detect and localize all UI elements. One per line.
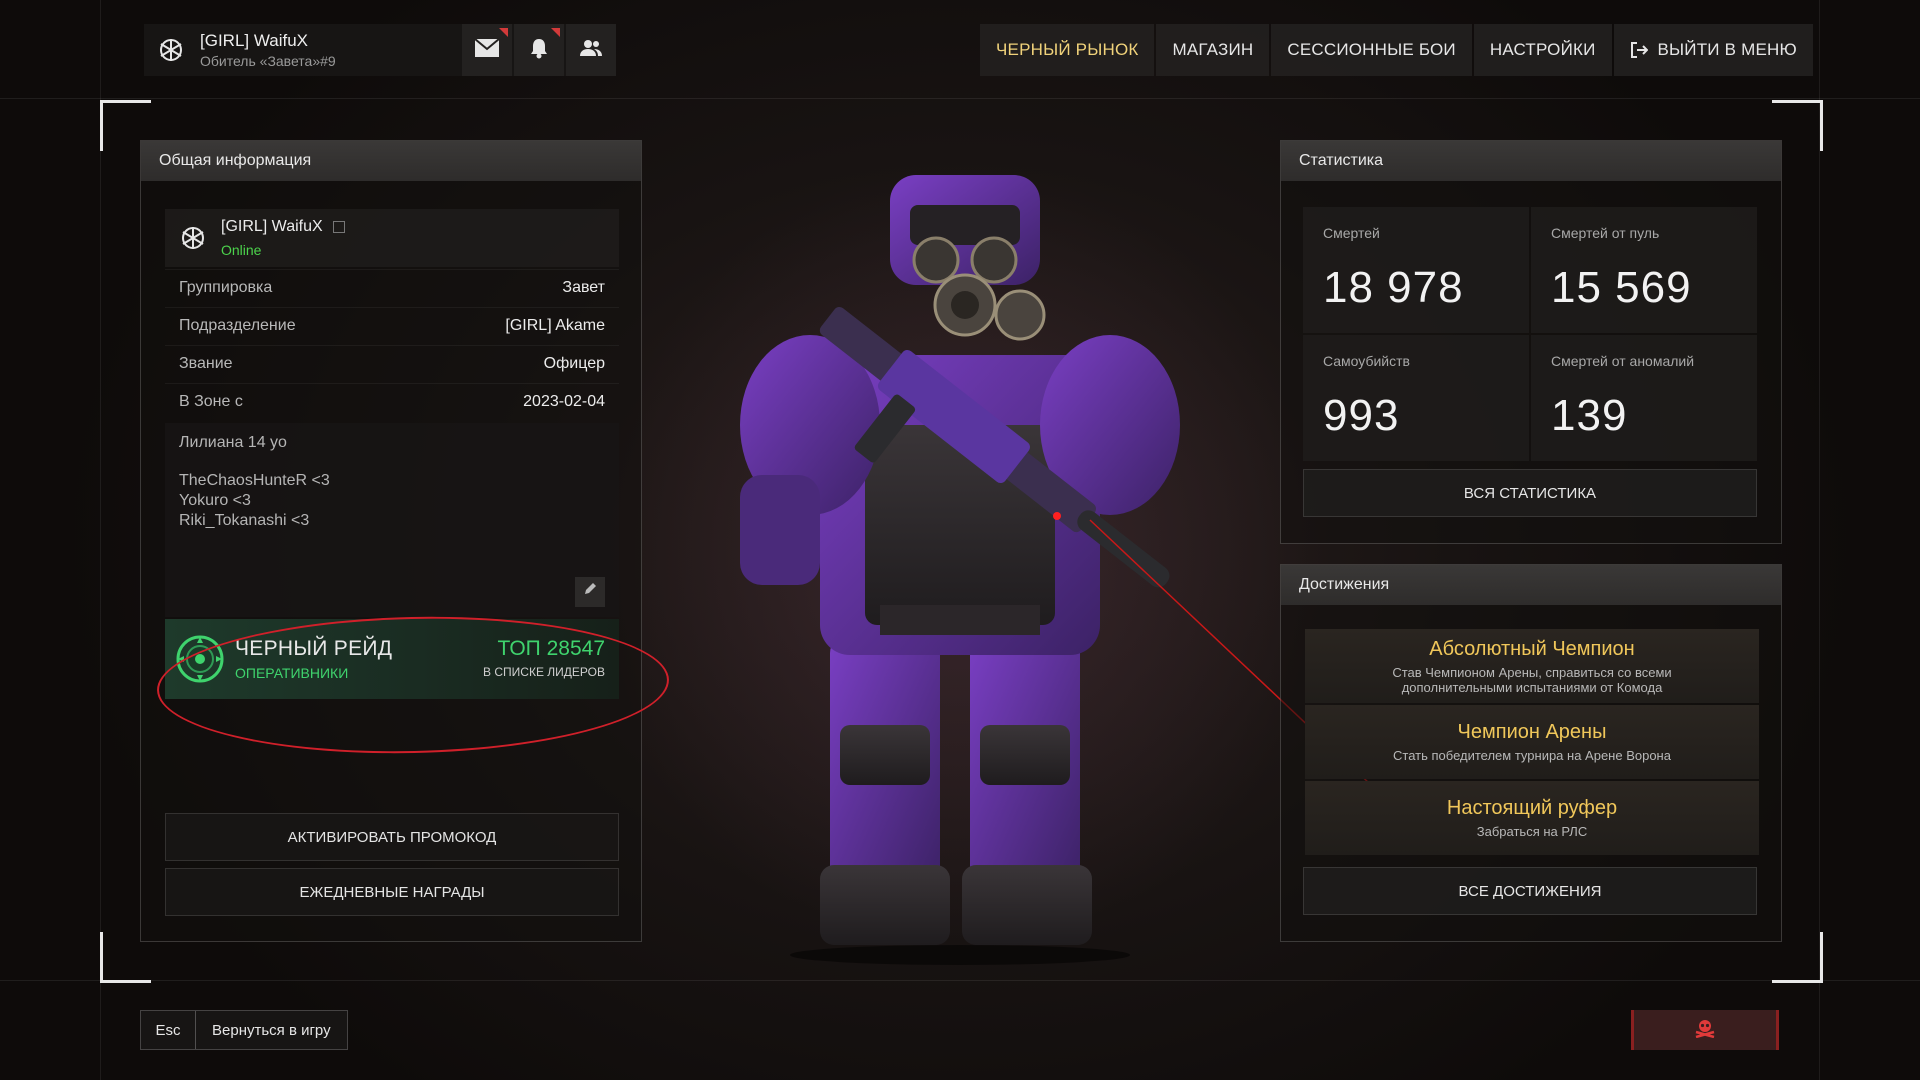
stat-label: Смертей bbox=[1323, 225, 1380, 241]
back-to-game-button[interactable]: Esc Вернуться в игру bbox=[140, 1010, 348, 1050]
stat-cell: Смертей от пуль 15 569 bbox=[1531, 207, 1757, 333]
panel-title: Статистика bbox=[1281, 141, 1781, 181]
stat-value: 15 569 bbox=[1551, 263, 1692, 312]
achievement-item[interactable]: Чемпион Арены Стать победителем турнира … bbox=[1305, 705, 1759, 779]
all-achievements-button[interactable]: ВСЕ ДОСТИЖЕНИЯ bbox=[1303, 867, 1757, 915]
esc-key: Esc bbox=[141, 1011, 196, 1049]
achievement-desc: Стать победителем турнира на Арене Ворон… bbox=[1393, 748, 1671, 763]
achievement-desc: Став Чемпионом Арены, справиться со всем… bbox=[1392, 664, 1672, 695]
skull-button[interactable] bbox=[1631, 1010, 1779, 1050]
achievement-title: Абсолютный Чемпион bbox=[1429, 637, 1635, 660]
stats-panel: Статистика Смертей 18 978 Смертей от пул… bbox=[1280, 140, 1782, 544]
achievement-title: Настоящий руфер bbox=[1446, 797, 1618, 819]
stat-cell: Смертей от аномалий 139 bbox=[1531, 335, 1757, 461]
panel-title: Достижения bbox=[1281, 565, 1781, 605]
stat-label: Смертей от пуль bbox=[1551, 225, 1660, 241]
stat-value: 18 978 bbox=[1323, 263, 1464, 312]
skull-icon bbox=[1694, 1018, 1716, 1043]
achievements-panel: Достижения Абсолютный Чемпион Став Чемпи… bbox=[1280, 564, 1782, 942]
stat-label: Смертей от аномалий bbox=[1551, 353, 1695, 369]
achievement-item[interactable]: Настоящий руфер Забраться на РЛС bbox=[1305, 781, 1759, 855]
all-stats-button[interactable]: ВСЯ СТАТИСТИКА bbox=[1303, 469, 1757, 517]
stat-cell: Самоубийств 993 bbox=[1303, 335, 1529, 461]
stat-label: Самоубийств bbox=[1323, 353, 1410, 369]
achievement-desc: Забраться на РЛС bbox=[1476, 824, 1588, 839]
achievement-title: Чемпион Арены bbox=[1457, 721, 1607, 743]
stat-value: 993 bbox=[1323, 391, 1400, 440]
back-to-game-label: Вернуться в игру bbox=[212, 1021, 331, 1039]
stat-cell: Смертей 18 978 bbox=[1303, 207, 1529, 333]
stat-value: 139 bbox=[1551, 391, 1628, 440]
achievement-item[interactable]: Абсолютный Чемпион Став Чемпионом Арены,… bbox=[1305, 629, 1759, 703]
